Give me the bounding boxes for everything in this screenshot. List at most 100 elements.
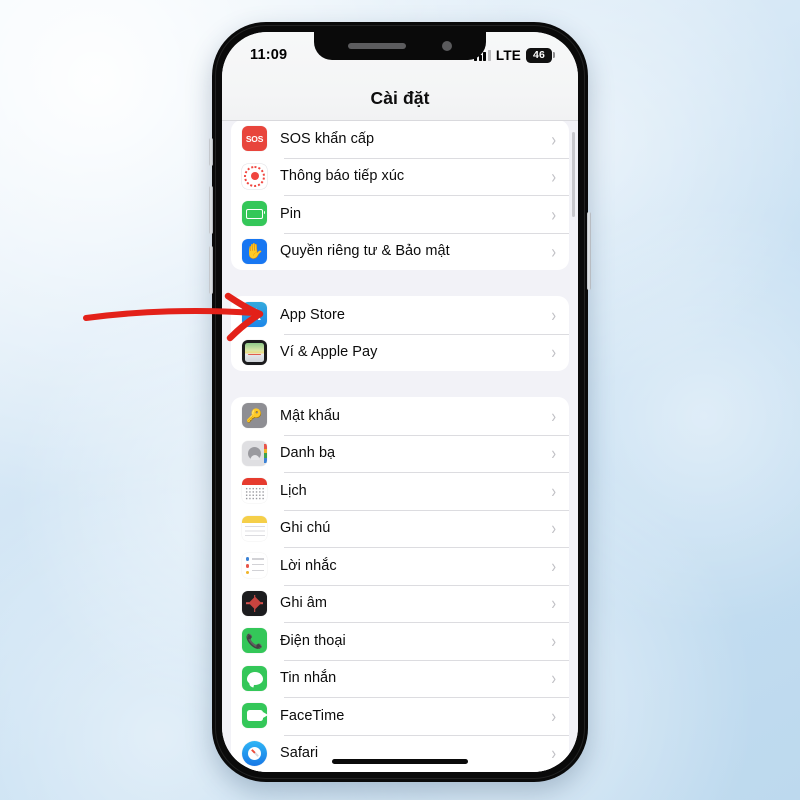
chevron-right-icon: › (551, 240, 556, 263)
page-title: Cài đặt (370, 88, 430, 108)
calendar-icon (242, 478, 267, 504)
reminder-lines (252, 558, 264, 571)
chevron-right-icon: › (551, 667, 556, 690)
contact-avatar (248, 446, 261, 460)
chevron-right-icon: › (551, 554, 556, 577)
calendar-grid (244, 487, 265, 501)
sos-icon: SOS (242, 126, 267, 152)
settings-row-label: Điện thoại (280, 632, 346, 649)
settings-row-label: Ghi chú (280, 520, 331, 537)
calendar-header (242, 478, 267, 486)
chevron-right-icon: › (551, 629, 556, 652)
row-divider (284, 697, 569, 698)
row-divider (284, 547, 569, 548)
row-divider (284, 509, 569, 510)
scrollbar[interactable] (572, 132, 575, 217)
chevron-right-icon: › (551, 592, 556, 615)
settings-row-label: Quyền riêng tư & Bảo mật (280, 243, 450, 260)
settings-row-tin-nh-n[interactable]: Tin nhắn › (231, 659, 569, 698)
appstore-a-glyph: A (248, 305, 261, 325)
settings-row-label: Ghi âm (280, 595, 328, 612)
safari-icon (242, 740, 267, 766)
notes-lines (244, 525, 265, 538)
settings-row-label: Danh bạ (280, 445, 336, 462)
chevron-right-icon: › (551, 303, 556, 326)
wallet-card (245, 342, 264, 362)
settings-row-app-store[interactable]: A App Store › (231, 296, 569, 334)
settings-row-label: Pin (280, 205, 302, 222)
volume-down-button[interactable] (209, 246, 213, 294)
settings-row-label: Thông báo tiếp xúc (280, 168, 405, 185)
chevron-right-icon: › (551, 127, 556, 150)
sos-glyph: SOS (245, 133, 264, 144)
passwords-key-icon: 🔑 (242, 403, 267, 429)
settings-row-l-ch[interactable]: Lịch › (231, 472, 569, 510)
settings-row-facetime[interactable]: FaceTime › (231, 697, 569, 735)
settings-row-label: Lời nhắc (280, 557, 337, 574)
app-store-icon: A (242, 302, 267, 328)
voice-memos-icon (242, 590, 267, 616)
settings-row-label: Ví & Apple Pay (280, 344, 378, 361)
section-system: SOS SOS khẩn cấp › Thông báo tiếp xúc › Pin › ✋… (231, 120, 569, 270)
reminders-icon (242, 553, 267, 579)
settings-row-i-n-tho-i[interactable]: 📞 Điện thoại › (231, 622, 569, 660)
key-glyph: 🔑 (246, 408, 263, 424)
chevron-right-icon: › (551, 517, 556, 540)
section-apps: 🔑 Mật khẩu › Danh bạ › Lịch › Ghi chú › Lời nhắ… (231, 397, 569, 772)
chevron-right-icon: › (551, 442, 556, 465)
network-type-label: LTE (495, 47, 521, 63)
status-time: 11:09 (250, 47, 288, 63)
notes-icon (242, 515, 267, 541)
status-indicators: LTE 46 (474, 47, 555, 63)
mute-switch[interactable] (209, 138, 213, 166)
settings-row-sos-kh-n-c-p[interactable]: SOS SOS khẩn cấp › (231, 120, 569, 158)
row-divider (284, 232, 569, 233)
messages-icon (242, 665, 267, 691)
chevron-right-icon: › (551, 742, 556, 765)
row-divider (284, 333, 569, 334)
section-store: A App Store › Ví & Apple Pay › (231, 296, 569, 371)
chevron-right-icon: › (551, 165, 556, 188)
exposure-notification-icon (242, 163, 267, 189)
row-divider (284, 157, 569, 158)
settings-row-label: App Store (280, 306, 345, 323)
row-divider (284, 434, 569, 435)
settings-row-danh-b[interactable]: Danh bạ › (231, 434, 569, 473)
settings-row-v-apple-pay[interactable]: Ví & Apple Pay › (231, 333, 569, 372)
chevron-right-icon: › (551, 341, 556, 364)
phone-screen: 11:09 LTE 46 Cài đặt SOS SOS khẩn cấp › Thô… (222, 32, 578, 772)
row-divider (284, 584, 569, 585)
chevron-right-icon: › (551, 479, 556, 502)
power-button[interactable] (587, 212, 591, 290)
settings-row-label: Mật khẩu (280, 407, 341, 424)
wallet-icon (242, 339, 267, 365)
battery-shape (246, 208, 266, 219)
settings-row-quy-n-ri-ng-t-b-o-m-t[interactable]: ✋ Quyền riêng tư & Bảo mật › (231, 232, 569, 271)
battery-icon (242, 201, 267, 227)
notes-header (242, 515, 267, 523)
row-divider (284, 734, 569, 735)
contact-tabs (263, 443, 267, 463)
settings-row-m-t-kh-u[interactable]: 🔑 Mật khẩu › (231, 397, 569, 435)
iphone-device-frame: 11:09 LTE 46 Cài đặt SOS SOS khẩn cấp › Thô… (209, 22, 591, 782)
home-indicator[interactable] (332, 759, 468, 764)
settings-row-ghi-m[interactable]: Ghi âm › (231, 584, 569, 623)
battery-icon: 46 (526, 47, 555, 63)
settings-row-l-i-nh-c[interactable]: Lời nhắc › (231, 547, 569, 585)
row-divider (284, 622, 569, 623)
settings-row-safari[interactable]: Safari › (231, 734, 569, 773)
settings-row-ghi-ch[interactable]: Ghi chú › (231, 509, 569, 548)
exposure-ring (244, 165, 265, 187)
volume-up-button[interactable] (209, 186, 213, 234)
settings-row-label: SOS khẩn cấp (280, 130, 375, 147)
earpiece-speaker (348, 43, 406, 49)
settings-row-th-ng-b-o-ti-p-x-c[interactable]: Thông báo tiếp xúc › (231, 157, 569, 196)
speech-bubble (246, 671, 263, 685)
handset-glyph: 📞 (245, 632, 264, 649)
chevron-right-icon: › (551, 704, 556, 727)
settings-row-pin[interactable]: Pin › (231, 195, 569, 233)
settings-list[interactable]: SOS SOS khẩn cấp › Thông báo tiếp xúc › Pin › ✋… (222, 120, 578, 772)
facetime-icon (242, 703, 267, 729)
